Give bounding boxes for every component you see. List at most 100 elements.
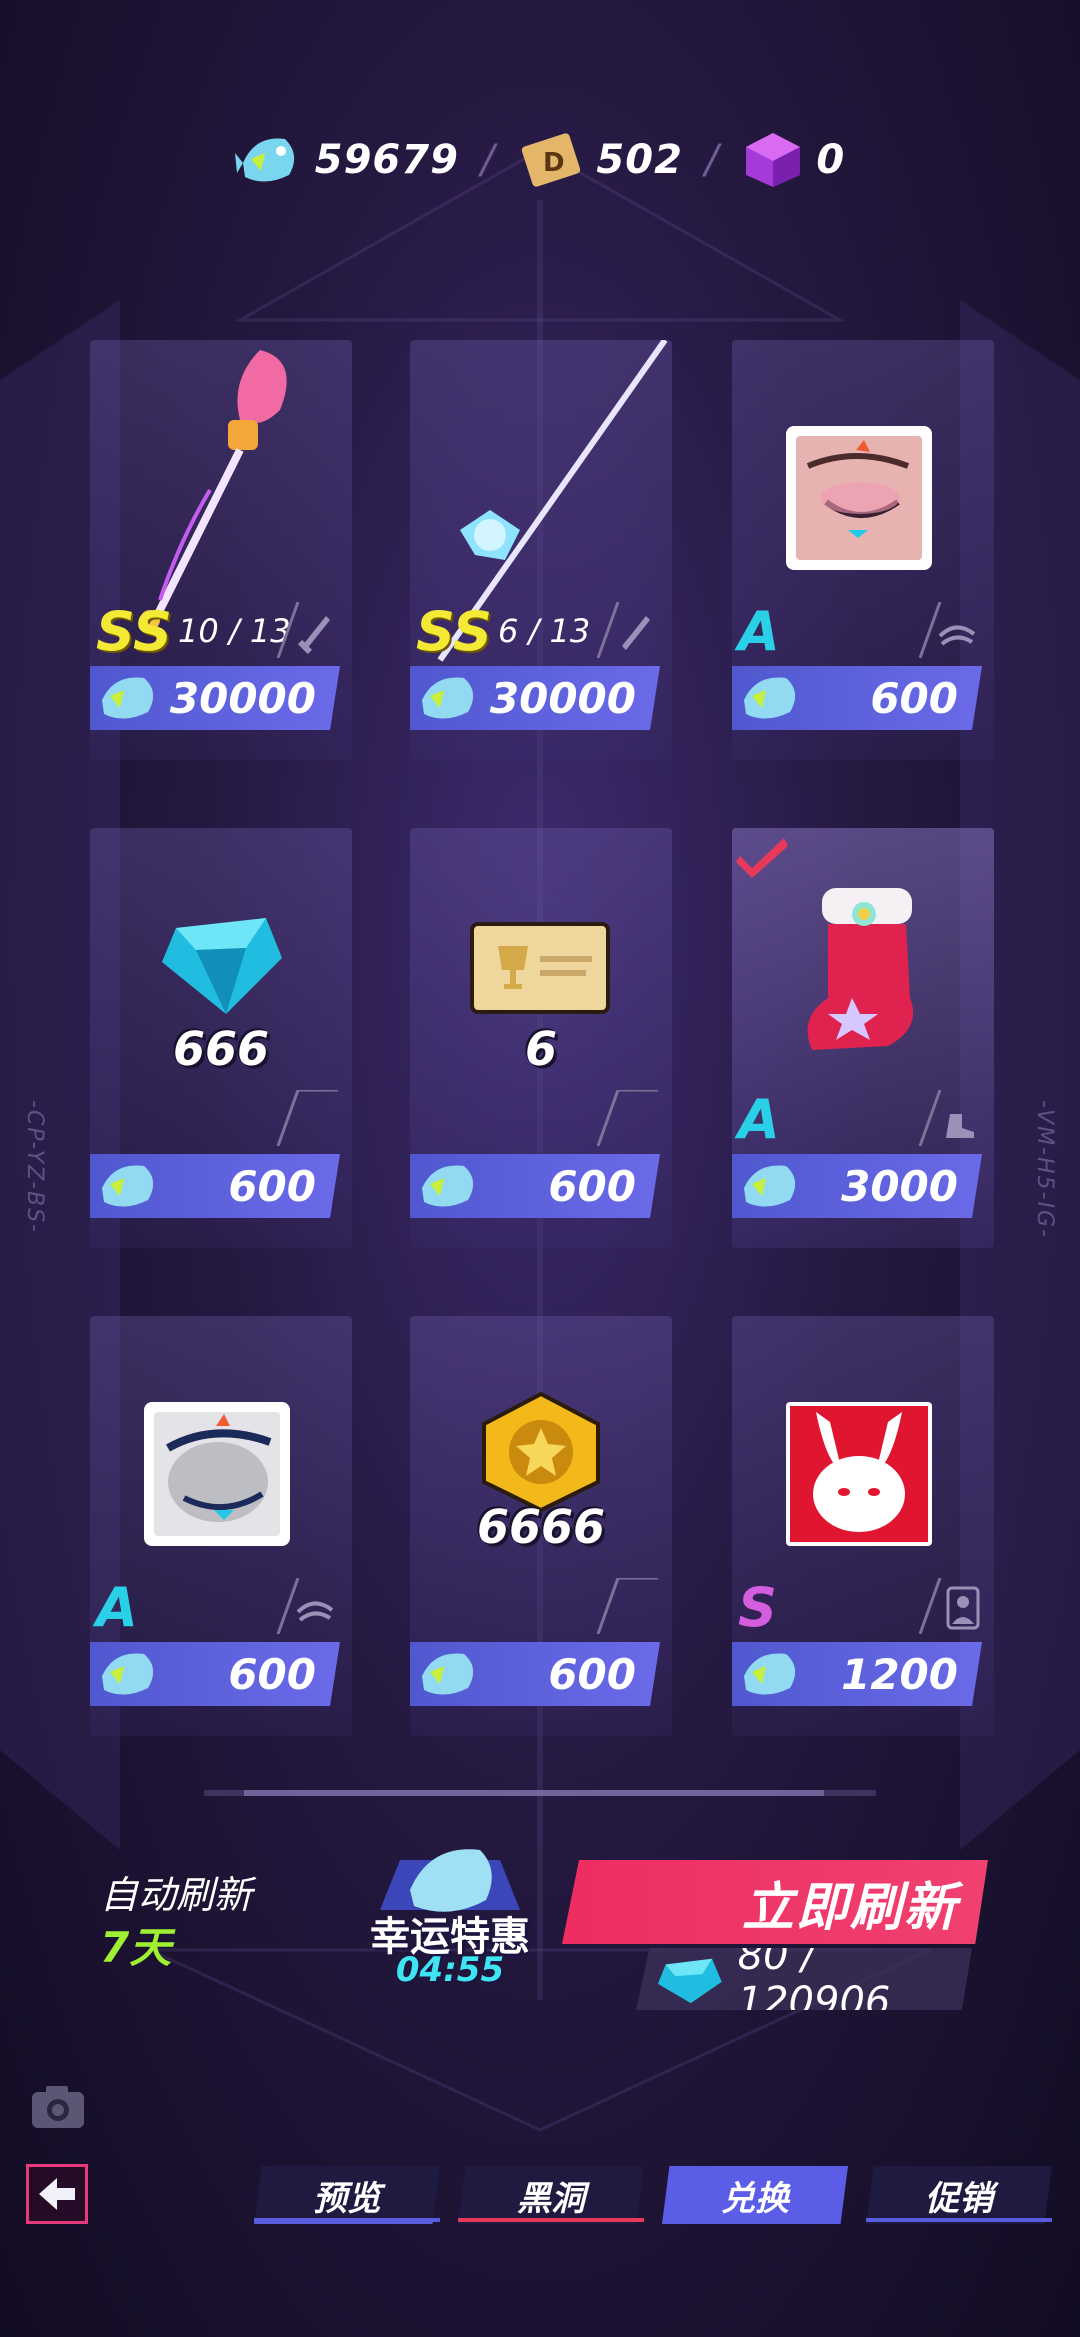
fish-crystal-icon: [422, 1165, 474, 1207]
price-value: 30000: [489, 673, 636, 723]
fish-crystal-icon: [744, 1653, 796, 1695]
tab-promo[interactable]: 促销: [866, 2166, 1052, 2224]
svg-text:D: D: [543, 148, 565, 178]
price-tag: 600: [90, 1642, 340, 1706]
shop-item-card[interactable]: A 600: [732, 340, 994, 760]
tab-underline: [866, 2218, 1052, 2222]
purple-cube-value: 0: [816, 137, 846, 183]
gold-star-coin-icon: [482, 1391, 600, 1513]
fish-crystal-icon: [234, 138, 294, 182]
shop-item-card[interactable]: SS 6 / 13 30000: [410, 340, 672, 760]
refresh-cost-value: 80 / 120906: [737, 1933, 891, 2025]
price-value: 600: [870, 673, 958, 723]
arrow-left-icon: [39, 2178, 75, 2210]
currency-separator: /: [704, 137, 719, 183]
price-tag: 3000: [732, 1154, 982, 1218]
refresh-cost: 80 / 120906: [636, 1948, 972, 2010]
price-tag: 30000: [90, 666, 340, 730]
rarity-label: SS: [416, 600, 492, 663]
auto-refresh-label: 自动刷新: [100, 1873, 253, 1917]
camera-icon[interactable]: [30, 2082, 86, 2130]
refresh-now-button[interactable]: 立即刷新: [562, 1860, 988, 1944]
checkmark-icon: [736, 838, 788, 878]
empty-type-slot: [276, 1090, 338, 1146]
tab-preview-label: 预览: [313, 2178, 381, 2219]
tab-promo-label: 促销: [925, 2178, 993, 2219]
fish-crystal-icon: [102, 1165, 154, 1207]
purple-cube-currency: 0: [740, 129, 845, 191]
fish-crystal-icon: [422, 1653, 474, 1695]
rarity-label: A: [738, 600, 780, 663]
refresh-panel: 自动刷新 7天 幸运特惠 04:55 立即刷新 80 / 120906: [0, 1840, 1080, 2020]
red-christmas-boot-icon: [807, 888, 914, 1050]
eye-icon: [918, 602, 976, 658]
shop-item-card-selected[interactable]: A 3000: [732, 828, 994, 1248]
closed-eye-face-icon: [786, 426, 932, 570]
item-quantity: 6666: [476, 1500, 606, 1554]
d-coin-icon: D: [522, 133, 581, 187]
price-value: 600: [228, 1649, 316, 1699]
price-value: 600: [548, 1649, 636, 1699]
tab-underline: [254, 2218, 440, 2222]
shop-item-card[interactable]: SS 10 / 13 30000: [90, 340, 352, 760]
empty-type-slot: [596, 1090, 658, 1146]
currency-bar: 59679 / D 502 / 0: [0, 120, 1080, 200]
right-side-label: -VM-H5-IG-: [1032, 1100, 1057, 1239]
price-tag: 600: [410, 1154, 660, 1218]
tab-underline: [458, 2218, 644, 2222]
rarity-label: A: [96, 1576, 138, 1639]
boot-icon: [918, 1090, 974, 1146]
eye-icon: [276, 1578, 334, 1634]
fish-crystal-value: 59679: [314, 137, 459, 183]
d-coin-value: 502: [596, 137, 683, 183]
shop-item-card[interactable]: 666 600: [90, 828, 352, 1248]
sword-icon: [276, 602, 330, 658]
shop-item-card[interactable]: A 600: [90, 1316, 352, 1736]
price-tag: 1200: [732, 1642, 982, 1706]
fish-crystal-currency: 59679: [234, 129, 459, 191]
rarity-label: SS: [96, 600, 172, 663]
lucky-deal-timer: 04:55: [395, 1950, 505, 1990]
currency-separator: /: [480, 137, 495, 183]
empty-type-slot: [596, 1578, 658, 1634]
auto-refresh-days: 7天: [100, 1923, 172, 1972]
fish-crystal-icon: [102, 677, 154, 719]
fish-crystal-icon: [422, 677, 474, 719]
price-value: 3000: [841, 1161, 958, 1211]
back-button[interactable]: [26, 2164, 88, 2224]
ownership-count: 6 / 13: [498, 612, 591, 650]
price-value: 30000: [169, 673, 316, 723]
fish-crystal-icon: [744, 677, 796, 719]
price-tag: 600: [410, 1642, 660, 1706]
price-tag: 600: [90, 1154, 340, 1218]
fish-crystal-icon: [744, 1165, 796, 1207]
sleepy-eye-face-icon: [144, 1402, 290, 1546]
shop-item-card[interactable]: S 1200: [732, 1316, 994, 1736]
left-side-label: -CP-YZ-BS-: [22, 1100, 47, 1235]
tab-preview[interactable]: 预览: [254, 2166, 440, 2224]
item-quantity: 6: [524, 1022, 557, 1076]
price-value: 600: [548, 1161, 636, 1211]
shop-item-card[interactable]: 6 600: [410, 828, 672, 1248]
shop-item-card[interactable]: 6666 600: [410, 1316, 672, 1736]
portrait-icon: [918, 1578, 980, 1634]
scroll-thumb[interactable]: [244, 1790, 824, 1796]
fish-crystal-icon: [102, 1653, 154, 1695]
price-value: 600: [228, 1161, 316, 1211]
blue-diamond-icon: [657, 1958, 722, 2004]
price-tag: 600: [732, 666, 982, 730]
tab-exchange[interactable]: 兑换: [662, 2166, 848, 2224]
price-value: 1200: [841, 1649, 958, 1699]
sword-icon: [596, 602, 650, 658]
bunny-avatar-icon: [786, 1402, 932, 1546]
rarity-label: S: [738, 1576, 777, 1639]
tab-blackhole[interactable]: 黑洞: [458, 2166, 644, 2224]
rarity-label: A: [738, 1088, 780, 1151]
lucky-deal-button[interactable]: 幸运特惠 04:55: [340, 1840, 560, 1990]
tab-exchange-label: 兑换: [721, 2178, 789, 2219]
d-coin-currency: D 502: [516, 129, 683, 191]
item-quantity: 666: [172, 1022, 270, 1076]
purple-cube-icon: [746, 133, 801, 187]
price-tag: 30000: [410, 666, 660, 730]
tab-blackhole-label: 黑洞: [517, 2178, 585, 2219]
